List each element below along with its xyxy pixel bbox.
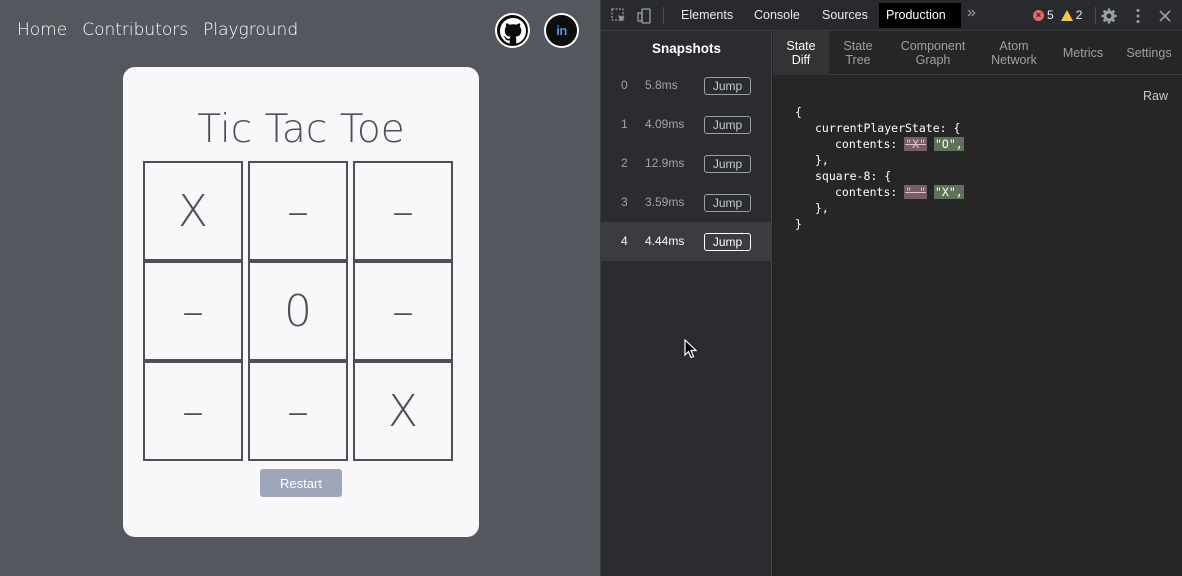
tab-elements[interactable]: Elements: [674, 3, 740, 28]
snapshot-time: 12.9ms: [645, 156, 685, 170]
diff-contents-key: contents:: [835, 185, 905, 199]
state-diff-view: { currentPlayerState: { contents: "X" "O…: [795, 104, 964, 232]
snapshot-row-active[interactable]: 4 4.44ms Jump: [601, 222, 772, 261]
warning-count: 2: [1075, 8, 1083, 22]
snapshot-time: 4.09ms: [645, 117, 685, 131]
gear-icon[interactable]: [1100, 7, 1118, 25]
diff-close-inner: },: [815, 153, 829, 167]
tab-console[interactable]: Console: [747, 3, 807, 28]
tab-atom-network-label: Atom Network: [991, 39, 1037, 67]
tab-production[interactable]: Production: [879, 3, 961, 28]
toolbar-divider: [663, 7, 664, 24]
inspect-element-icon[interactable]: [610, 7, 628, 25]
square-8[interactable]: X: [353, 361, 453, 461]
tab-settings-label: Settings: [1126, 46, 1172, 60]
tab-state-diff[interactable]: State Diff: [773, 31, 829, 75]
tab-state-diff-label: State Diff: [786, 39, 816, 67]
tab-component-graph-label: Component Graph: [900, 39, 966, 67]
nav-playground-link[interactable]: Playground: [203, 20, 298, 40]
tab-metrics-label: Metrics: [1062, 46, 1104, 60]
diff-line-contents: contents: "–" "X",: [795, 184, 964, 200]
diff-line-contents: contents: "X" "O",: [795, 136, 964, 152]
snapshot-time: 4.44ms: [645, 234, 685, 248]
tab-settings[interactable]: Settings: [1117, 31, 1181, 75]
snapshot-index: 4: [621, 234, 628, 248]
snapshot-index: 2: [621, 156, 628, 170]
snapshot-index: 1: [621, 117, 628, 131]
devtools-toolbar: Elements Console Sources Production » × …: [601, 0, 1182, 31]
linkedin-button[interactable]: in: [544, 13, 579, 48]
square-5[interactable]: –: [353, 261, 453, 361]
close-icon[interactable]: [1156, 7, 1174, 25]
game-board: X – – – 0 – – – X: [143, 161, 453, 461]
nav-contributors-link[interactable]: Contributors: [82, 20, 188, 40]
detail-tabs: State Diff State Tree Component Graph At…: [773, 31, 1182, 75]
restart-button[interactable]: Restart: [260, 469, 342, 497]
tab-sources[interactable]: Sources: [815, 3, 875, 28]
snapshot-row[interactable]: 1 4.09ms Jump: [601, 105, 772, 144]
error-icon: ×: [1033, 9, 1044, 21]
app-window: Home Contributors Playground in Tic Tac …: [0, 0, 601, 576]
diff-added-value: "X",: [933, 185, 964, 199]
error-count: 5: [1047, 8, 1054, 22]
diff-key-current-player: currentPlayerState: {: [815, 121, 961, 135]
snapshot-index: 0: [621, 78, 628, 92]
snapshot-index: 3: [621, 195, 628, 209]
tab-atom-network[interactable]: Atom Network: [979, 31, 1049, 75]
snapshots-title: Snapshots: [651, 41, 721, 56]
snapshot-time: 5.8ms: [645, 78, 678, 92]
diff-open-brace: {: [795, 105, 802, 119]
snapshots-panel: Snapshots 0 5.8ms Jump 1 4.09ms Jump 2 1…: [601, 31, 772, 576]
linkedin-icon: in: [556, 23, 567, 38]
game-title: Tic Tac Toe: [197, 107, 405, 152]
nav-home-link[interactable]: Home: [17, 20, 67, 40]
tab-state-tree[interactable]: State Tree: [829, 31, 887, 75]
square-3[interactable]: –: [143, 261, 243, 361]
kebab-menu-icon[interactable]: [1129, 7, 1147, 25]
square-6[interactable]: –: [143, 361, 243, 461]
diff-contents-key: contents:: [835, 137, 905, 151]
game-card: Tic Tac Toe X – – – 0 – – – X Restart: [123, 67, 479, 537]
tab-component-graph[interactable]: Component Graph: [887, 31, 979, 75]
square-0[interactable]: X: [143, 161, 243, 261]
tab-state-tree-label: State Tree: [843, 39, 873, 67]
square-7[interactable]: –: [248, 361, 348, 461]
mouse-cursor-icon: [684, 339, 698, 359]
github-button[interactable]: [495, 13, 530, 48]
top-nav: Home Contributors Playground: [17, 20, 298, 40]
jump-button[interactable]: Jump: [704, 116, 751, 134]
square-2[interactable]: –: [353, 161, 453, 261]
diff-removed-value: "X": [904, 137, 928, 151]
device-toolbar-icon[interactable]: [636, 7, 654, 25]
diff-removed-value: "–": [904, 185, 928, 199]
github-icon: [499, 17, 526, 43]
square-4[interactable]: 0: [248, 261, 348, 361]
tab-metrics[interactable]: Metrics: [1049, 31, 1117, 75]
jump-button[interactable]: Jump: [704, 233, 751, 251]
detail-panel: State Diff State Tree Component Graph At…: [773, 31, 1182, 576]
square-1[interactable]: –: [248, 161, 348, 261]
toolbar-divider-2: [1095, 7, 1096, 24]
jump-button[interactable]: Jump: [704, 194, 751, 212]
diff-close-inner: },: [815, 201, 829, 215]
more-tabs-icon[interactable]: »: [967, 4, 976, 22]
snapshot-time: 3.59ms: [645, 195, 685, 209]
diff-added-value: "O",: [933, 137, 964, 151]
raw-toggle[interactable]: Raw: [1143, 89, 1168, 103]
snapshot-row[interactable]: 2 12.9ms Jump: [601, 144, 772, 183]
devtools-panel: Elements Console Sources Production » × …: [601, 0, 1182, 576]
diff-key-square-8: square-8: {: [815, 169, 892, 183]
jump-button[interactable]: Jump: [704, 77, 751, 95]
jump-button[interactable]: Jump: [704, 155, 751, 173]
warning-icon: [1060, 9, 1073, 21]
issues-counter[interactable]: × 5 2: [1033, 8, 1082, 22]
snapshot-row[interactable]: 0 5.8ms Jump: [601, 66, 772, 105]
diff-close-brace: }: [795, 217, 802, 231]
snapshot-row[interactable]: 3 3.59ms Jump: [601, 183, 772, 222]
